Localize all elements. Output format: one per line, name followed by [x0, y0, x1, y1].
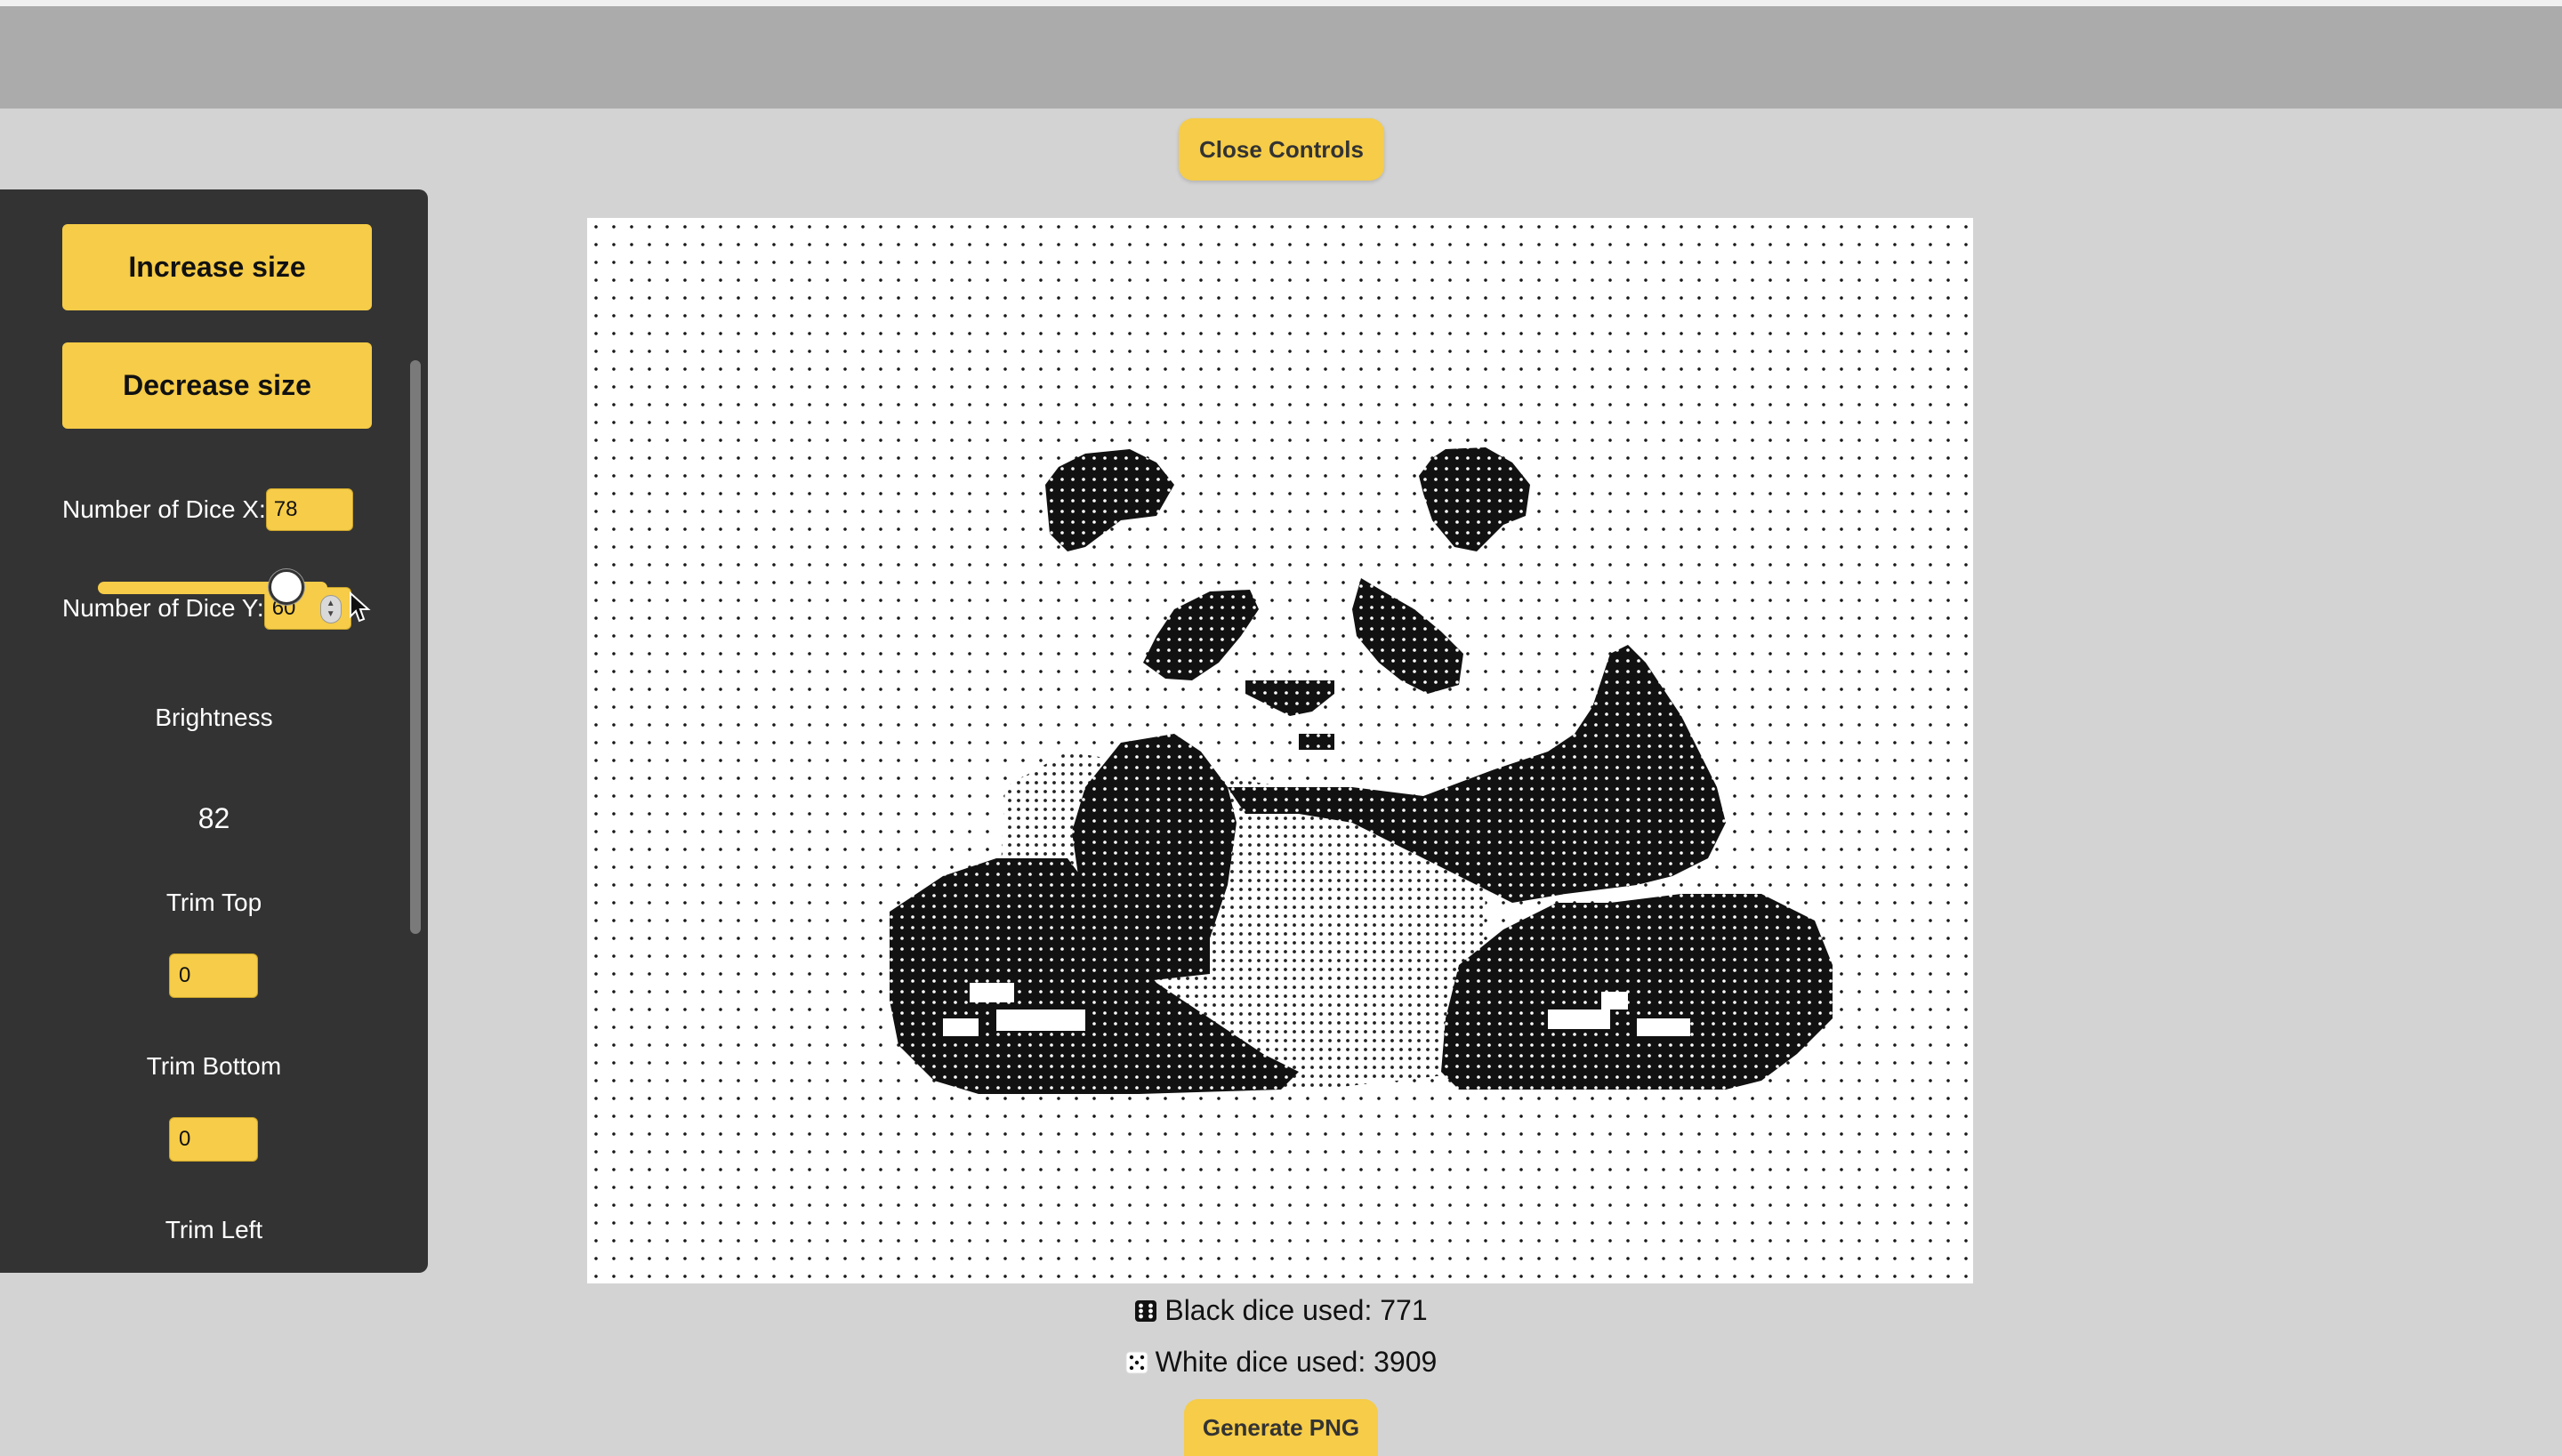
white-dice-text: White dice used: 3909	[1155, 1346, 1438, 1378]
right-paw-pad-1	[1548, 1010, 1610, 1029]
die-six-black-icon	[1135, 1300, 1157, 1322]
dice-y-label: Number of Dice Y:	[62, 594, 264, 622]
left-paw-pad-1	[970, 983, 1014, 1002]
panda-right-ear	[1419, 447, 1530, 551]
trim-top-label: Trim Top	[165, 889, 262, 916]
trim-bottom-input[interactable]: 0	[169, 1117, 258, 1162]
panda-left-ear	[1045, 449, 1174, 551]
chevron-down-icon[interactable]: ▼	[326, 609, 335, 620]
mouse-pointer-icon	[350, 591, 371, 623]
dice-mosaic-canvas	[587, 218, 1973, 1283]
brightness-label: Brightness	[155, 704, 273, 731]
dice-x-label: Number of Dice X:	[62, 495, 266, 523]
die-five-white-icon	[1125, 1351, 1148, 1374]
left-paw-pad-2	[996, 1010, 1085, 1031]
left-paw-pad-3	[943, 1018, 979, 1036]
dice-y-stepper[interactable]: ▲ ▼	[319, 595, 342, 623]
brightness-slider-thumb[interactable]	[268, 569, 304, 605]
trim-bottom-label: Trim Bottom	[146, 1052, 282, 1080]
right-paw-pad-3	[1601, 992, 1628, 1010]
trim-bottom-value: 0	[179, 1127, 191, 1151]
right-paw-pad-2	[1637, 1018, 1690, 1036]
black-dice-text: Black dice used: 771	[1164, 1294, 1428, 1326]
decrease-size-button[interactable]: Decrease size	[62, 342, 372, 429]
controls-panel: Increase size Decrease size Number of Di…	[0, 189, 428, 1273]
white-dice-stat: White dice used: 3909	[0, 1346, 2562, 1379]
trim-left-label: Trim Left	[165, 1216, 263, 1243]
trim-top-input[interactable]: 0	[169, 953, 258, 998]
window-top-edge	[0, 0, 2562, 6]
dice-x-input[interactable]: 78	[265, 488, 353, 531]
generate-png-button[interactable]: Generate PNG	[1184, 1399, 1378, 1456]
increase-size-button[interactable]: Increase size	[62, 224, 372, 310]
panda-right-eye	[1352, 578, 1463, 694]
panel-scrollbar[interactable]	[410, 360, 421, 934]
top-bar	[0, 6, 2562, 109]
panda-mouth	[1299, 734, 1334, 750]
dice-x-value: 78	[273, 497, 298, 521]
panda-dice-image	[890, 447, 1833, 1094]
panda-nose	[1245, 680, 1334, 716]
dice-x-row: Number of Dice X: 78	[62, 488, 353, 531]
black-dice-stat: Black dice used: 771	[0, 1294, 2562, 1327]
trim-top-value: 0	[179, 963, 191, 987]
brightness-value: 82	[197, 802, 230, 834]
panda-right-foot	[1441, 894, 1833, 1090]
close-controls-button[interactable]: Close Controls	[1179, 118, 1384, 181]
chevron-up-icon[interactable]: ▲	[326, 599, 335, 609]
panda-left-eye	[1143, 590, 1259, 680]
